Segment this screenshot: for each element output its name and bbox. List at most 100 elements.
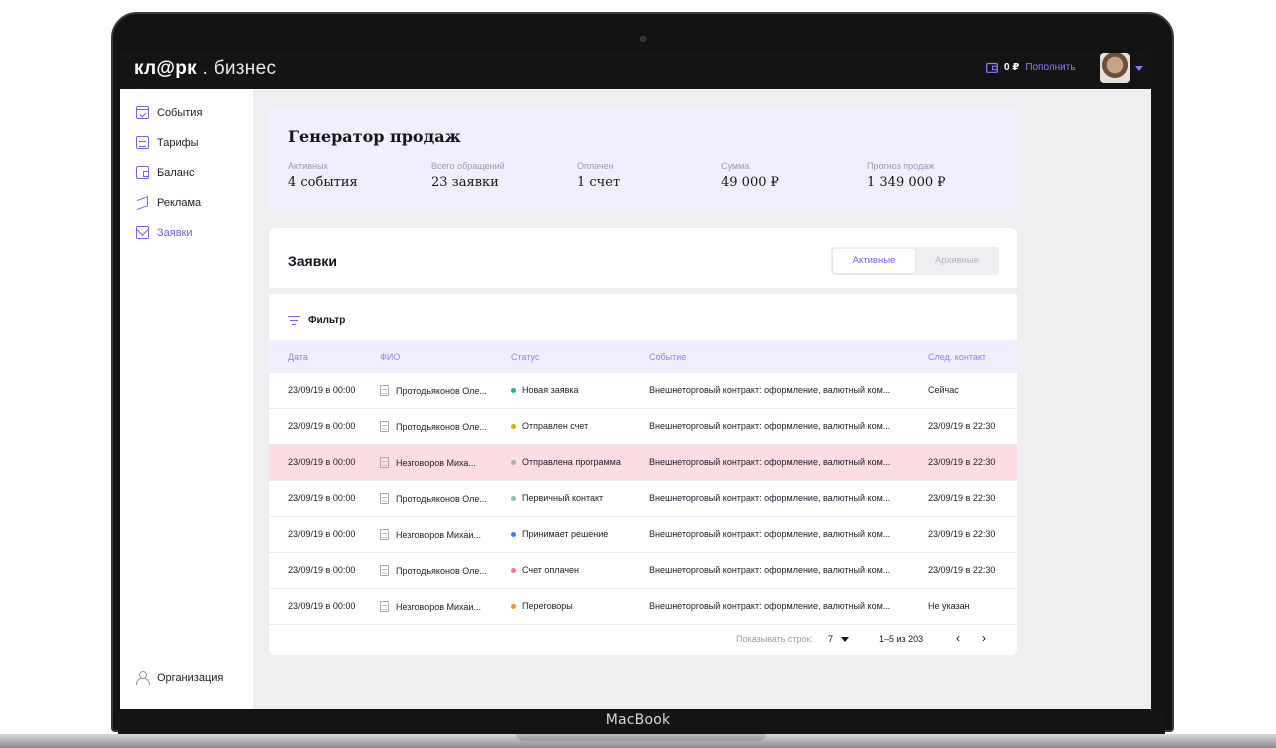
cell-event: Внешнеторговый контракт: оформление, вал… — [649, 385, 891, 395]
document-icon — [380, 385, 389, 396]
document-icon — [136, 136, 149, 149]
stat-active: Активных 4 события — [288, 161, 358, 190]
sidebar-item-label: События — [157, 106, 203, 119]
fio-wrap: Незговоров Михаи... — [380, 529, 481, 540]
sales-generator-card: Генератор продаж Активных 4 события Всег… — [269, 107, 1017, 210]
laptop-notch — [516, 734, 766, 741]
rows-per-page-label: Показывать строк: — [736, 634, 813, 644]
column-header-next-contact[interactable]: След. контакт — [928, 352, 986, 362]
status-text: Новая заявка — [522, 385, 579, 395]
chevron-down-icon[interactable] — [1135, 66, 1143, 71]
column-header-status[interactable]: Статус — [511, 352, 539, 362]
chevron-right-icon[interactable]: › — [982, 631, 986, 645]
cell-date: 23/09/19 в 00:00 — [288, 565, 356, 575]
column-header-fio[interactable]: ФИО — [380, 352, 400, 362]
cell-next: 23/09/19 в 22:30 — [928, 421, 996, 431]
cell-event: Внешнеторговый контракт: оформление, вал… — [649, 565, 891, 575]
cell-status: Новая заявка — [511, 385, 579, 395]
cell-status: Первичный контакт — [511, 493, 603, 503]
filter-button[interactable]: Фильтр — [288, 315, 345, 326]
cell-next: 23/09/19 в 22:30 — [928, 493, 996, 503]
cell-fio: Протодьяконов Оле... — [380, 565, 487, 576]
table-row[interactable]: 23/09/19 в 00:00 Протодьяконов Оле... Отпр… — [269, 409, 1017, 445]
column-header-date[interactable]: Дата — [288, 352, 308, 362]
sidebar-item-ads[interactable]: Реклама — [136, 196, 201, 209]
stat-value: 4 события — [288, 175, 358, 190]
sidebar-item-label: Организация — [157, 671, 224, 684]
wallet-icon — [136, 166, 149, 179]
status-text: Переговоры — [522, 601, 573, 611]
table-header: Дата ФИО Статус Событие След. контакт — [269, 340, 1017, 373]
table-row[interactable]: 23/09/19 в 00:00 Незговоров Миха... Отправ… — [269, 445, 1017, 481]
fio-text: Протодьяконов Оле... — [396, 385, 487, 396]
device-label: MacBook — [605, 712, 671, 728]
stat-value: 1 счет — [577, 175, 621, 190]
cell-event: Внешнеторговый контракт: оформление, вал… — [649, 493, 891, 503]
status-dot-icon — [511, 495, 516, 501]
chevron-left-icon[interactable]: ‹ — [956, 631, 960, 645]
table-row[interactable]: 23/09/19 в 00:00 Незговоров Михаи... Прини… — [269, 517, 1017, 553]
cell-fio: Незговоров Миха... — [380, 457, 476, 468]
stat-paid: Оплачен 1 счет — [577, 161, 620, 190]
calendar-check-icon — [136, 106, 149, 119]
table-row[interactable]: 23/09/19 в 00:00 Протодьяконов Оле... Счет… — [269, 553, 1017, 589]
fio-text: Незговоров Михаи... — [396, 601, 481, 612]
orders-header: Заявки Активные Архивные — [269, 228, 1017, 294]
cell-status: Принимает решение — [511, 529, 608, 539]
cell-next: Сейчас — [928, 385, 959, 395]
orders-card: Заявки Активные Архивные Фильтр Дата ФИО… — [269, 228, 1017, 655]
column-header-event[interactable]: Событие — [649, 352, 686, 362]
cell-fio: Протодьяконов Оле... — [380, 421, 487, 432]
status-dot-icon — [511, 603, 516, 609]
app-header: кл@рк . бизнес 0 ₽ Пополнить — [120, 52, 1151, 89]
topup-link[interactable]: Пополнить — [1025, 62, 1075, 73]
sidebar-item-organization[interactable]: Организация — [136, 671, 224, 685]
orders-segmented-control: Активные Архивные — [831, 247, 999, 275]
screen: кл@рк . бизнес 0 ₽ Пополнить События Тар… — [120, 52, 1151, 709]
tab-archived[interactable]: Архивные — [917, 249, 997, 273]
table-body: 23/09/19 в 00:00 Протодьяконов Оле... Нова… — [269, 373, 1017, 625]
avatar[interactable] — [1100, 53, 1130, 83]
cell-fio: Незговоров Михаи... — [380, 529, 481, 540]
cell-event: Внешнеторговый контракт: оформление, вал… — [649, 421, 891, 431]
document-icon — [380, 457, 389, 468]
logo[interactable]: кл@рк . бизнес — [134, 58, 276, 80]
document-icon — [380, 421, 389, 432]
logo-sub: . бизнес — [202, 58, 277, 79]
balance-widget: 0 ₽ Пополнить — [986, 62, 1076, 73]
filter-row: Фильтр — [269, 300, 1017, 340]
stat-label: Прогноз продаж — [867, 161, 935, 171]
sidebar-item-events[interactable]: События — [136, 106, 202, 119]
rows-per-page-select[interactable]: 7 — [828, 634, 850, 644]
megaphone-icon — [136, 196, 149, 209]
status-wrap: Отправлен счет — [511, 421, 588, 431]
chevron-down-icon — [841, 636, 850, 642]
cell-date: 23/09/19 в 00:00 — [288, 385, 356, 395]
fio-text: Протодьяконов Оле... — [396, 565, 487, 576]
table-row[interactable]: 23/09/19 в 00:00 Незговоров Михаи... Перег… — [269, 589, 1017, 625]
status-dot-icon — [511, 387, 516, 393]
stat-value: 1 349 000 ₽ — [867, 175, 946, 190]
stat-label: Сумма — [721, 161, 750, 171]
document-icon — [380, 529, 389, 540]
cell-status: Отправлена программа — [511, 457, 621, 467]
envelope-icon — [136, 226, 149, 239]
wallet-icon — [986, 62, 998, 73]
sidebar-item-balance[interactable]: Баланс — [136, 166, 194, 179]
sidebar-item-orders[interactable]: Заявки — [136, 226, 193, 239]
status-dot-icon — [511, 459, 516, 465]
rows-per-page-value: 7 — [828, 634, 834, 644]
status-text: Принимает решение — [522, 529, 609, 539]
sidebar-item-label: Баланс — [157, 166, 195, 179]
cell-event: Внешнеторговый контракт: оформление, вал… — [649, 457, 891, 467]
sales-title: Генератор продаж — [288, 127, 461, 146]
sidebar-item-tariffs[interactable]: Тарифы — [136, 136, 199, 149]
fio-wrap: Протодьяконов Оле... — [380, 385, 487, 396]
fio-wrap: Протодьяконов Оле... — [380, 565, 487, 576]
cell-next: 23/09/19 в 22:30 — [928, 457, 996, 467]
table-row[interactable]: 23/09/19 в 00:00 Протодьяконов Оле... Нова… — [269, 373, 1017, 409]
cell-date: 23/09/19 в 00:00 — [288, 421, 356, 431]
tab-active[interactable]: Активные — [833, 249, 915, 273]
status-text: Первичный контакт — [522, 493, 604, 503]
table-row[interactable]: 23/09/19 в 00:00 Протодьяконов Оле... Перв… — [269, 481, 1017, 517]
